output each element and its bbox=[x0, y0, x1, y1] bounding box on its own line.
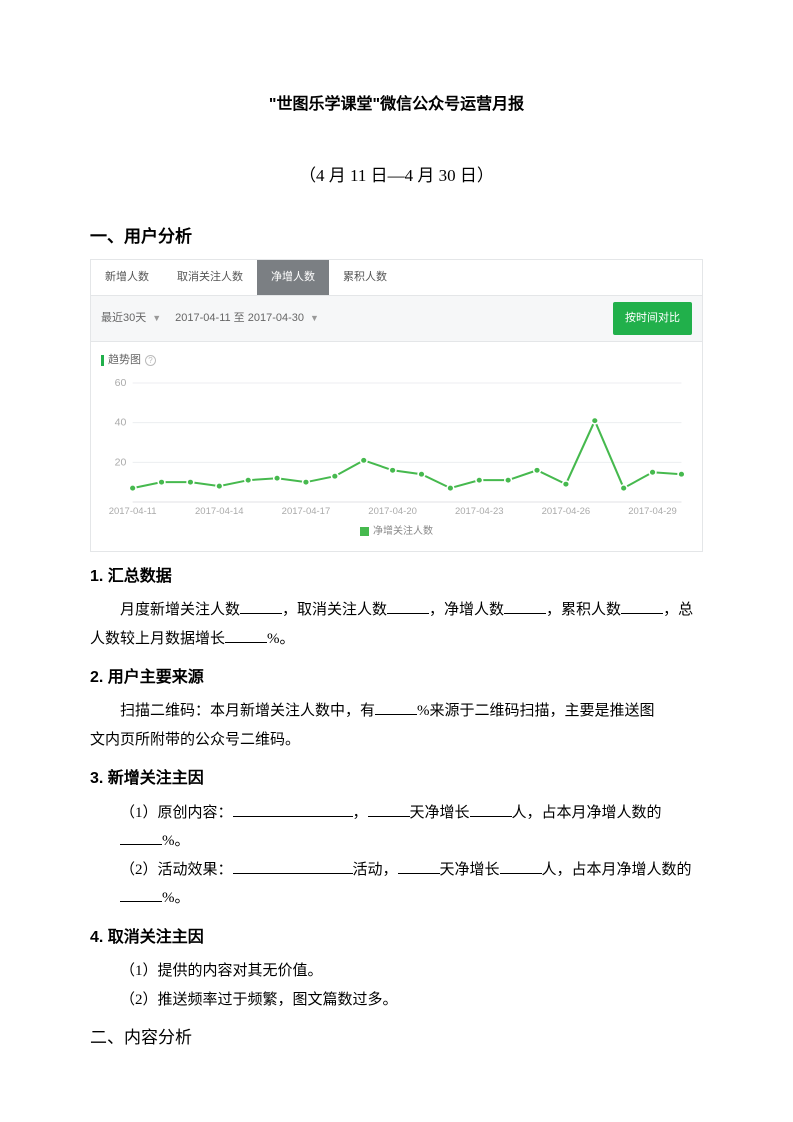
new-reason-2: （2）活动效果：活动，天净增长人，占本月净增人数的%。 bbox=[90, 856, 703, 913]
blank-field bbox=[398, 859, 440, 874]
blank-field bbox=[233, 859, 353, 874]
blank-field bbox=[225, 628, 267, 643]
date-range-dropdown[interactable]: 2017-04-11 至 2017-04-30 ▼ bbox=[175, 308, 319, 329]
legend-color-icon bbox=[360, 527, 369, 536]
blank-field bbox=[621, 599, 663, 614]
cancel-reason-1: （1）提供的内容对其无价值。 bbox=[90, 957, 703, 986]
info-icon: ? bbox=[145, 355, 156, 366]
blank-field bbox=[500, 859, 542, 874]
caret-down-icon: ▼ bbox=[310, 310, 319, 327]
subhead-new-reason: 3. 新增关注主因 bbox=[90, 764, 703, 794]
blank-field bbox=[368, 802, 410, 817]
blank-field bbox=[470, 802, 512, 817]
svg-text:2017-04-14: 2017-04-14 bbox=[195, 506, 244, 516]
compare-button[interactable]: 按时间对比 bbox=[613, 302, 692, 335]
section-1-heading: 一、用户分析 bbox=[90, 221, 703, 253]
blank-field bbox=[120, 830, 162, 845]
tab-cumulative[interactable]: 累积人数 bbox=[329, 260, 401, 295]
new-reason-1: （1）原创内容：，天净增长人，占本月净增人数的%。 bbox=[90, 799, 703, 856]
trend-title: 趋势图 ? bbox=[101, 350, 692, 371]
subhead-summary: 1. 汇总数据 bbox=[90, 562, 703, 592]
legend-label: 净增关注人数 bbox=[373, 526, 433, 537]
analytics-panel: 新增人数 取消关注人数 净增人数 累积人数 最近30天 ▼ 2017-04-11… bbox=[90, 259, 703, 552]
subhead-source: 2. 用户主要来源 bbox=[90, 663, 703, 693]
trend-bar-icon bbox=[101, 355, 104, 366]
section-2-heading: 二、内容分析 bbox=[90, 1022, 703, 1054]
chart-body: 趋势图 ? 20 40 60 2017-04-11 2017-04-14 2017-04-… bbox=[91, 342, 702, 551]
filter-row: 最近30天 ▼ 2017-04-11 至 2017-04-30 ▼ 按时间对比 bbox=[91, 296, 702, 342]
chart-legend: 净增关注人数 bbox=[101, 520, 692, 547]
range-dropdown-label: 最近30天 bbox=[101, 308, 146, 329]
svg-text:2017-04-23: 2017-04-23 bbox=[455, 506, 504, 516]
svg-text:2017-04-17: 2017-04-17 bbox=[282, 506, 331, 516]
metric-tabs: 新增人数 取消关注人数 净增人数 累积人数 bbox=[91, 260, 702, 296]
line-chart: 20 40 60 2017-04-11 2017-04-14 2017-04-17 2017… bbox=[101, 375, 692, 520]
doc-date-range: （4 月 11 日—4 月 30 日） bbox=[90, 160, 703, 192]
summary-line-2: 人数较上月数据增长%。 bbox=[90, 625, 703, 654]
blank-field bbox=[387, 599, 429, 614]
svg-text:2017-04-20: 2017-04-20 bbox=[368, 506, 417, 516]
range-dropdown[interactable]: 最近30天 ▼ bbox=[101, 308, 161, 329]
source-line-1: 扫描二维码：本月新增关注人数中，有%来源于二维码扫描，主要是推送图 bbox=[90, 697, 703, 726]
blank-field bbox=[240, 599, 282, 614]
svg-text:2017-04-11: 2017-04-11 bbox=[109, 506, 157, 516]
caret-down-icon: ▼ bbox=[152, 310, 161, 327]
blank-field bbox=[120, 887, 162, 902]
blank-field bbox=[233, 802, 353, 817]
blank-field bbox=[375, 700, 417, 715]
doc-title: "世图乐学课堂"微信公众号运营月报 bbox=[90, 90, 703, 120]
source-line-2: 文内页所附带的公众号二维码。 bbox=[90, 726, 703, 755]
svg-text:20: 20 bbox=[115, 457, 127, 468]
svg-text:40: 40 bbox=[115, 418, 127, 429]
tab-net-increase[interactable]: 净增人数 bbox=[257, 260, 329, 295]
subhead-cancel-reason: 4. 取消关注主因 bbox=[90, 923, 703, 953]
tab-new-followers[interactable]: 新增人数 bbox=[91, 260, 163, 295]
tab-unfollowers[interactable]: 取消关注人数 bbox=[163, 260, 257, 295]
cancel-reason-2: （2）推送频率过于频繁，图文篇数过多。 bbox=[90, 986, 703, 1015]
svg-text:2017-04-26: 2017-04-26 bbox=[542, 506, 591, 516]
summary-line-1: 月度新增关注人数，取消关注人数，净增人数，累积人数，总 bbox=[90, 596, 703, 625]
trend-title-text: 趋势图 bbox=[108, 350, 141, 371]
date-range-label: 2017-04-11 至 2017-04-30 bbox=[175, 308, 304, 329]
svg-text:2017-04-29: 2017-04-29 bbox=[628, 506, 677, 516]
svg-text:60: 60 bbox=[115, 378, 127, 389]
blank-field bbox=[504, 599, 546, 614]
